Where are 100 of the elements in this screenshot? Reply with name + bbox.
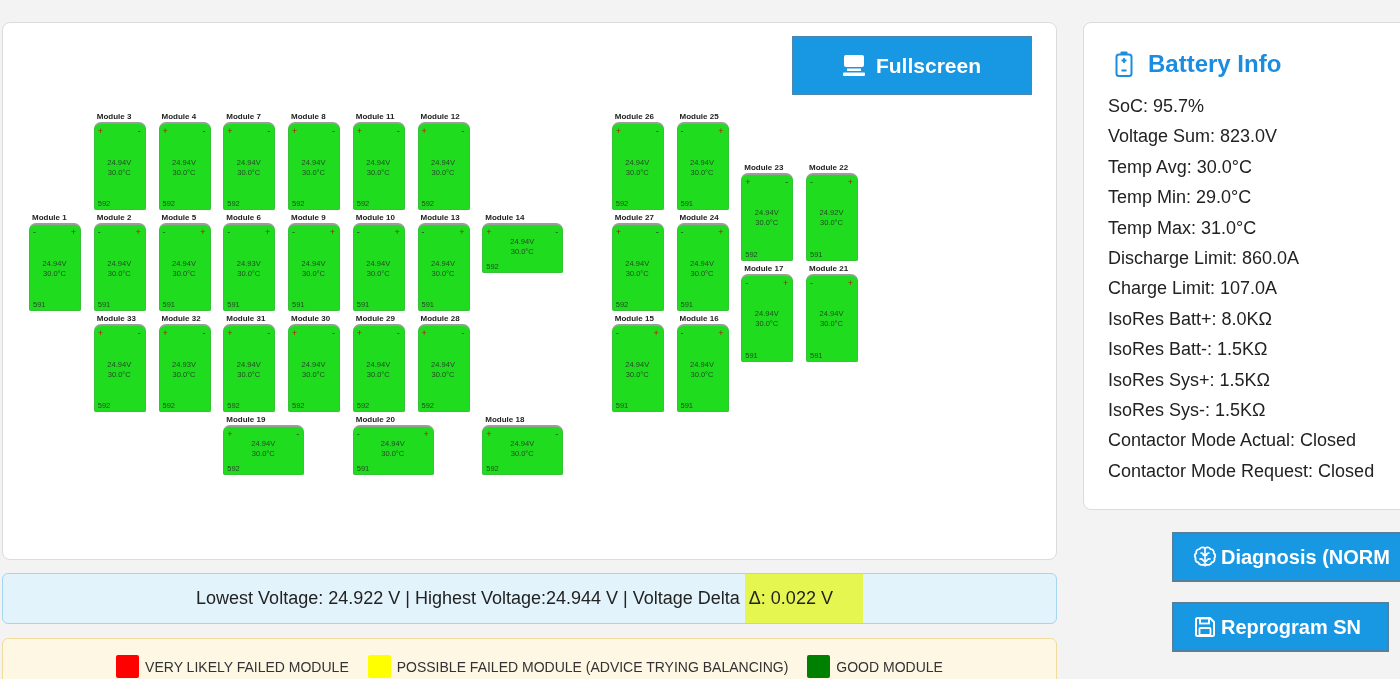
negative-terminal: - [356, 429, 360, 439]
info-line: Contactor Mode Request: Closed [1108, 459, 1376, 483]
negative-terminal: - [202, 126, 206, 136]
negative-terminal: - [396, 126, 400, 136]
negative-terminal: - [296, 429, 300, 439]
negative-terminal: - [267, 328, 271, 338]
info-line: Temp Min: 29.0°C [1108, 186, 1253, 210]
module-label: Module 33 [96, 314, 136, 323]
negative-terminal: - [227, 227, 231, 237]
battery-icon [1115, 51, 1133, 77]
positive-terminal: + [459, 227, 465, 237]
negative-terminal: - [162, 227, 166, 237]
positive-terminal: + [718, 328, 724, 338]
info-line: IsoRes Sys+: 1.5KΩ [1108, 368, 1272, 392]
module-label: Module 6 [226, 213, 261, 222]
positive-terminal: + [227, 328, 233, 338]
reprogram-button[interactable]: Reprogram SN [1172, 602, 1390, 653]
positive-terminal: + [615, 126, 621, 136]
negative-terminal: - [655, 126, 659, 136]
negative-terminal: - [97, 227, 101, 237]
module-label: Module 24 [679, 213, 719, 222]
negative-terminal: - [461, 328, 465, 338]
positive-terminal: + [718, 126, 724, 136]
positive-terminal: + [421, 328, 427, 338]
module-label: Module 20 [355, 415, 395, 424]
positive-terminal: + [292, 328, 298, 338]
negative-terminal: - [137, 126, 141, 136]
module-label: Module 22 [809, 162, 849, 172]
info-line: IsoRes Batt-: 1.5KΩ [1108, 338, 1269, 362]
fullscreen-button[interactable]: Fullscreen [792, 36, 1032, 95]
positive-terminal: + [329, 227, 335, 237]
module-label: Module 10 [355, 213, 395, 222]
module-label: Module 28 [420, 314, 460, 323]
positive-terminal: + [200, 227, 206, 237]
positive-terminal: + [745, 176, 751, 187]
negative-terminal: - [332, 328, 335, 338]
positive-terminal: + [70, 227, 76, 237]
negative-terminal: - [421, 227, 425, 237]
monitor-icon [842, 55, 865, 76]
voltage-summary-text: Lowest Voltage: 24.922 V | Highest Voltage:24.944 V | Voltage Delta [196, 587, 741, 610]
info-line: Contactor Mode Actual: Closed [1108, 429, 1358, 453]
negative-terminal: - [267, 126, 271, 136]
negative-terminal: - [356, 227, 360, 237]
positive-terminal: + [653, 328, 659, 338]
negative-terminal: - [680, 126, 684, 136]
module-label: Module 11 [355, 112, 395, 121]
positive-terminal: + [227, 429, 233, 439]
legend-label: GOOD MODULE [836, 658, 943, 675]
negative-terminal: - [461, 126, 465, 136]
positive-terminal: + [227, 126, 233, 136]
module-label: Module 4 [161, 112, 197, 121]
module-label: Module 16 [679, 314, 719, 323]
panel-title: Battery Info [1148, 50, 1282, 78]
module-label: Module 5 [161, 213, 197, 222]
module-label: Module 19 [226, 415, 266, 424]
positive-terminal: + [783, 277, 789, 288]
positive-terminal: + [265, 227, 271, 237]
positive-terminal: + [356, 328, 362, 338]
info-line: Discharge Limit: 860.0A [1108, 247, 1301, 271]
negative-terminal: - [292, 227, 295, 237]
negative-terminal: - [332, 126, 335, 136]
negative-terminal: - [785, 176, 789, 187]
info-line: IsoRes Batt+: 8.0KΩ [1108, 307, 1274, 331]
negative-terminal: - [33, 227, 36, 237]
negative-terminal: - [396, 328, 400, 338]
positive-terminal: + [615, 227, 621, 237]
diagnosis-button[interactable]: Diagnosis (NORM [1172, 532, 1400, 583]
module-label: Module 8 [291, 112, 326, 121]
positive-terminal: + [97, 328, 103, 338]
module-label: Module 25 [679, 112, 719, 121]
negative-terminal: - [810, 176, 813, 187]
module-label: Module 30 [291, 314, 331, 323]
negative-terminal: - [555, 227, 559, 237]
module-label: Module 31 [226, 314, 266, 323]
module-label: Module 1 [32, 213, 67, 222]
positive-terminal: + [97, 126, 103, 136]
module-label: Module 12 [420, 112, 460, 121]
info-line: Charge Limit: 107.0A [1108, 277, 1279, 301]
positive-terminal: + [847, 176, 853, 187]
module-label: Module 29 [355, 314, 395, 323]
module-label: Module 21 [809, 263, 849, 273]
negative-terminal: - [555, 429, 559, 439]
positive-terminal: + [162, 126, 168, 136]
module-label: Module 32 [161, 314, 201, 323]
module-label: Module 2 [96, 213, 132, 222]
module-label: Module 15 [614, 314, 654, 323]
negative-terminal: - [680, 328, 684, 338]
positive-terminal: + [486, 227, 492, 237]
positive-terminal: + [394, 227, 400, 237]
info-line: SoC: 95.7% [1108, 95, 1206, 118]
positive-terminal: + [423, 429, 429, 439]
module-label: Module 18 [485, 415, 525, 424]
save-icon [1193, 615, 1217, 640]
positive-terminal: + [135, 227, 141, 237]
module-label: Module 17 [744, 263, 784, 273]
info-line: Temp Avg: 30.0°C [1108, 155, 1253, 179]
negative-terminal: - [655, 227, 659, 237]
module-label: Module 3 [96, 112, 132, 121]
module-label: Module 9 [291, 213, 326, 222]
negative-terminal: - [745, 277, 749, 288]
